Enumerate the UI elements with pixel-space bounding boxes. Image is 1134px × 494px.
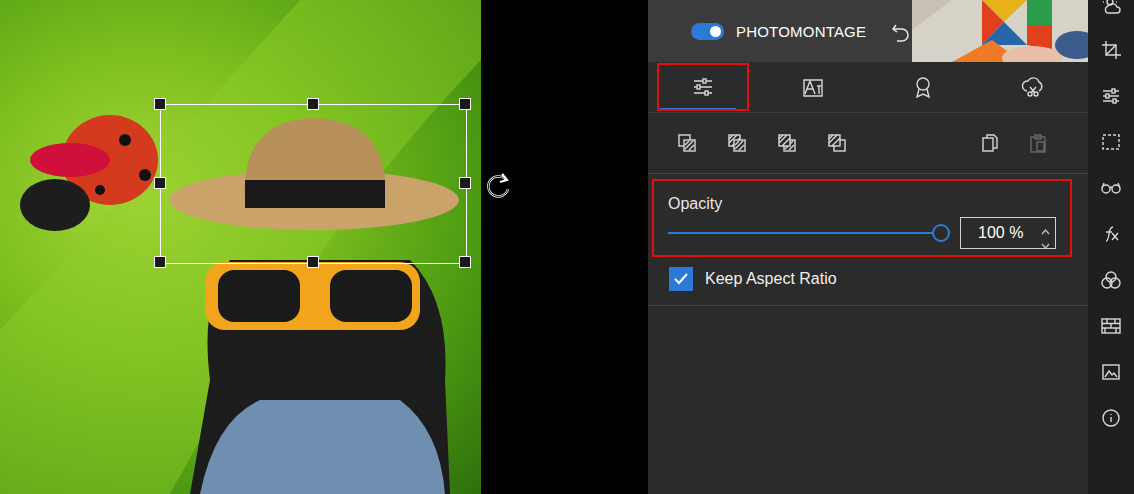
tab[interactable] (648, 62, 758, 112)
rotate-icon[interactable] (482, 170, 514, 202)
adjustments-icon[interactable] (1101, 86, 1121, 106)
opacity-fill (668, 232, 940, 234)
texture-icon[interactable] (1101, 316, 1121, 336)
slider-thumb[interactable] (932, 224, 950, 242)
undo-icon[interactable] (890, 20, 912, 42)
action-bar (648, 113, 1088, 174)
bring-forward-icon[interactable] (727, 133, 747, 153)
mode-banner: PHOTOMONTAGE (648, 0, 1088, 62)
bring-to-front-icon[interactable] (677, 133, 697, 153)
crop-icon[interactable] (1101, 40, 1121, 60)
resize-handle[interactable] (459, 98, 471, 110)
resize-handle[interactable] (154, 98, 166, 110)
mode-label: PHOTOMONTAGE (736, 23, 866, 40)
tab-bar (648, 62, 1088, 113)
text-icon (801, 75, 825, 99)
opacity-input[interactable]: 100 % (960, 217, 1056, 249)
adjust-icon (691, 75, 715, 99)
background-gap (481, 0, 648, 494)
photo (0, 0, 481, 494)
resize-handle[interactable] (307, 98, 319, 110)
send-to-back-icon[interactable] (827, 133, 847, 153)
resize-handle[interactable] (154, 177, 166, 189)
opacity-value: 100 % (978, 224, 1023, 242)
spin-up-icon[interactable] (1041, 221, 1050, 227)
keep-aspect-ratio-checkbox[interactable] (669, 267, 693, 291)
info-icon[interactable] (1101, 408, 1121, 428)
badge-icon (911, 75, 935, 99)
tab[interactable] (868, 62, 978, 112)
tab-underline (660, 108, 736, 110)
image-icon[interactable] (1101, 362, 1121, 382)
opacity-label: Opacity (668, 195, 1056, 213)
send-backward-icon[interactable] (777, 133, 797, 153)
mode-toggle[interactable] (691, 23, 724, 40)
selection-icon[interactable] (1101, 132, 1121, 152)
tab[interactable] (978, 62, 1088, 112)
keep-aspect-ratio-row[interactable]: Keep Aspect Ratio (648, 257, 1088, 306)
resize-handle[interactable] (459, 256, 471, 268)
blend-icon[interactable] (1101, 270, 1121, 290)
banner-image (912, 0, 1088, 62)
opacity-slider[interactable] (668, 232, 940, 234)
properties-panel: PHOTOMONTAGE Opacity 100 % Keep Aspect Rati… (648, 0, 1088, 494)
resize-handle[interactable] (307, 256, 319, 268)
copy-icon[interactable] (980, 133, 1000, 153)
keep-aspect-ratio-label: Keep Aspect Ratio (705, 270, 837, 288)
spin-down-icon[interactable] (1041, 235, 1050, 241)
tool-bar (1088, 0, 1134, 494)
opacity-control: Opacity 100 % (652, 179, 1072, 257)
glasses-icon[interactable] (1101, 178, 1121, 198)
tab[interactable] (758, 62, 868, 112)
effects-icon[interactable] (1101, 224, 1121, 244)
resize-handle[interactable] (154, 256, 166, 268)
weather-icon[interactable] (1101, 0, 1121, 16)
paste-icon (1028, 133, 1048, 153)
photo-canvas[interactable] (0, 0, 481, 494)
resize-handle[interactable] (459, 177, 471, 189)
cloud-icon (1021, 75, 1045, 99)
selection-box[interactable] (160, 104, 467, 264)
